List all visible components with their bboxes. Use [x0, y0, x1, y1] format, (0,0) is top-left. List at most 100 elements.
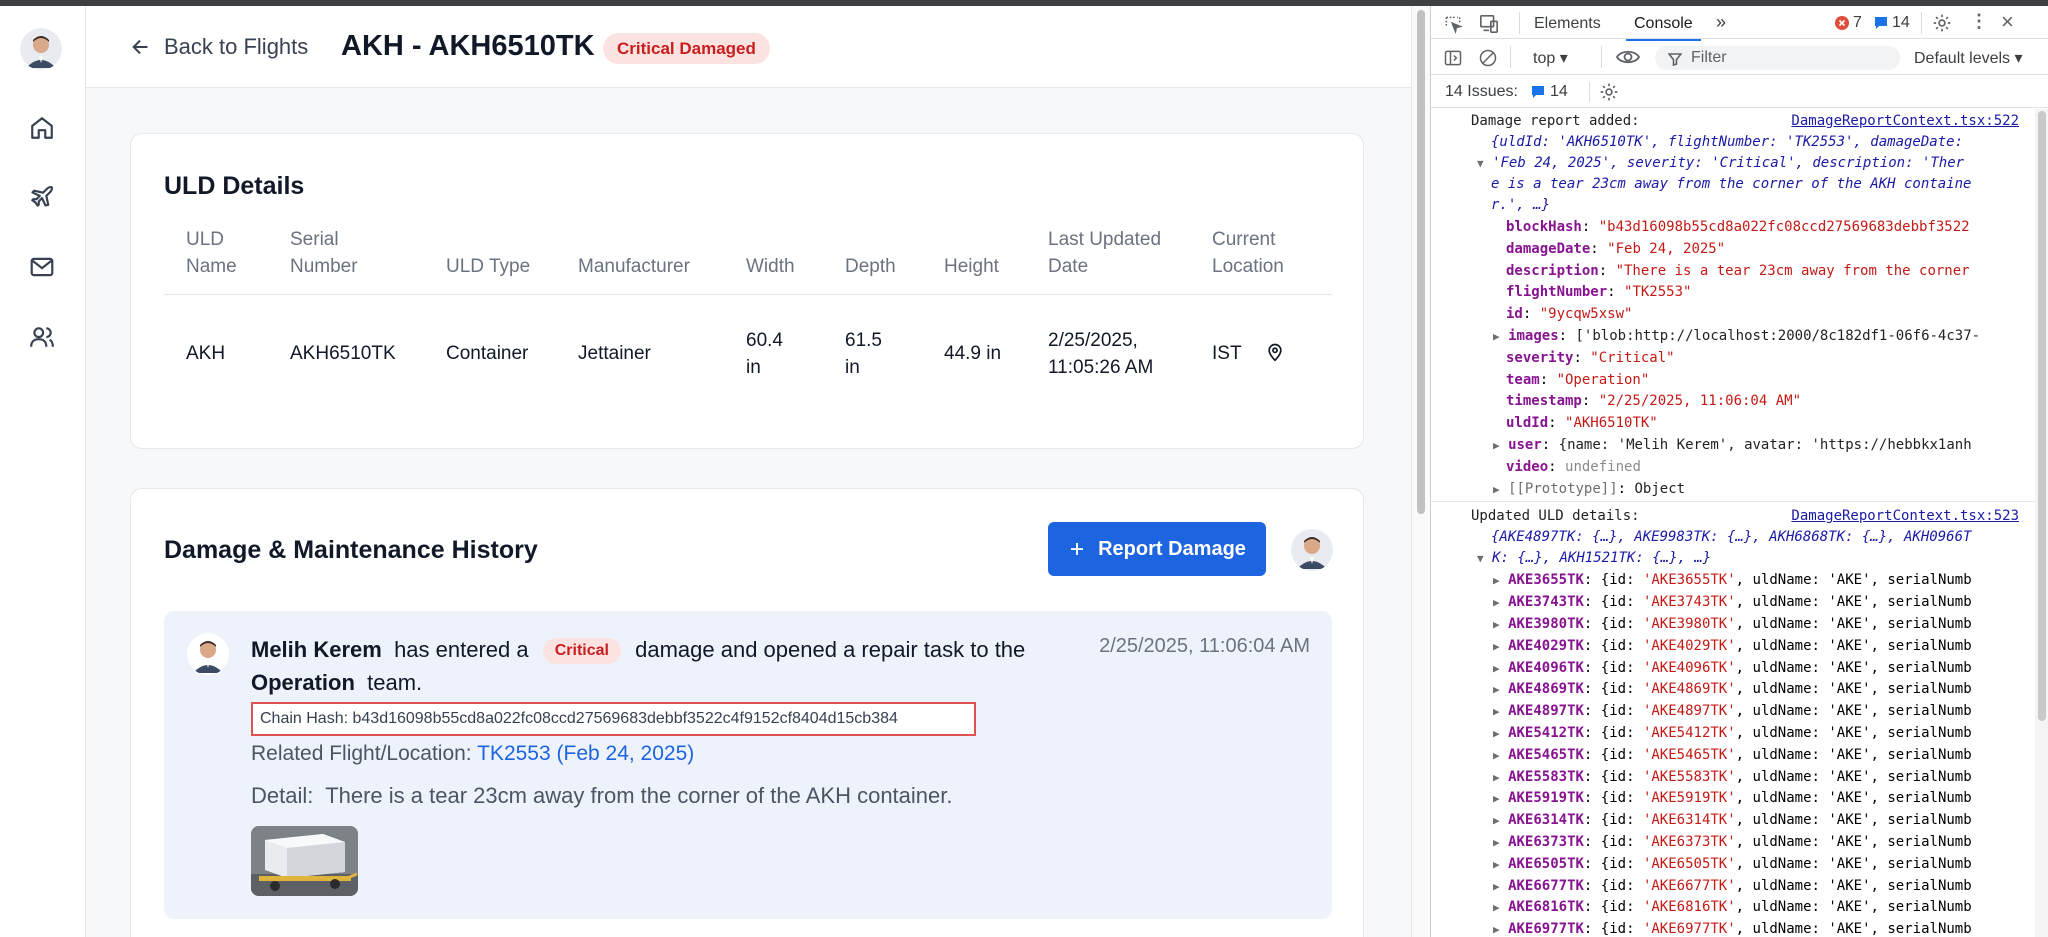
issues-label: 14 Issues: — [1445, 83, 1518, 100]
device-toolbar-icon[interactable] — [1478, 14, 1500, 34]
issues-divider — [1589, 82, 1590, 102]
uld-entry-row[interactable]: ▶ AKE6314TK: {id: 'AKE6314TK', uldName: … — [1493, 809, 1972, 831]
log-summary-line[interactable]: ▼ 'Feb 24, 2025', severity: 'Critical', … — [1477, 152, 1964, 174]
console-scrollbar-thumb[interactable] — [2038, 111, 2046, 721]
message-counter[interactable]: 14 — [1874, 14, 1910, 32]
console-filter-input[interactable]: Filter — [1655, 46, 1900, 70]
object-property[interactable]: ▶ user: {name: 'Melih Kerem', avatar: 'h… — [1493, 434, 1972, 456]
chain-hash: Chain Hash: b43d16098b55cd8a022fc08ccd27… — [251, 702, 976, 736]
col-last-updated: Last Updated Date — [1026, 226, 1190, 295]
uld-table: ULD Name Serial Number ULD Type Manufact… — [164, 226, 1332, 393]
settings-gear-icon[interactable] — [1932, 13, 1952, 33]
uld-entry-row[interactable]: ▶ AKE5919TK: {id: 'AKE5919TK', uldName: … — [1493, 787, 1972, 809]
object-property: video: undefined — [1506, 458, 1641, 475]
location-value: IST — [1212, 343, 1242, 365]
uld-details-title: ULD Details — [164, 172, 305, 200]
more-tabs-icon[interactable]: » — [1716, 12, 1726, 33]
report-damage-button[interactable]: Report Damage — [1048, 522, 1266, 576]
issues-counter[interactable]: 14 — [1531, 83, 1568, 101]
uld-entry-row[interactable]: ▶ AKE4897TK: {id: 'AKE4897TK', uldName: … — [1493, 700, 1972, 722]
back-to-flights-link[interactable]: Back to Flights — [130, 34, 308, 60]
more-options-icon[interactable]: ⋮ — [1970, 11, 1988, 32]
sidebar-toggle-icon[interactable] — [1443, 48, 1463, 68]
uld-entry-row[interactable]: ▶ AKE4096TK: {id: 'AKE4096TK', uldName: … — [1493, 657, 1972, 679]
object-property: timestamp: "2/25/2025, 11:06:04 AM" — [1506, 393, 1802, 410]
uld-entry-row[interactable]: ▶ AKE5583TK: {id: 'AKE5583TK', uldName: … — [1493, 766, 1972, 788]
page-scrollbar[interactable] — [1411, 6, 1430, 937]
back-label: Back to Flights — [164, 34, 309, 59]
map-pin-icon[interactable] — [1265, 342, 1285, 362]
inspect-element-icon[interactable] — [1443, 14, 1463, 34]
related-flight: Related Flight/Location: TK2553 (Feb 24,… — [251, 742, 694, 766]
history-card: Damage & Maintenance History Report Dama… — [130, 488, 1364, 937]
object-property: description: "There is a tear 23cm away … — [1506, 262, 1970, 279]
severity-badge: Critical — [542, 638, 621, 664]
log-summary-line[interactable]: ▼ K: {…}, AKH1521TK: {…}, …} — [1477, 547, 1711, 569]
console-scrollbar[interactable] — [2035, 109, 2048, 937]
clear-console-icon[interactable] — [1478, 48, 1498, 68]
uld-entry-row[interactable]: ▶ AKE4029TK: {id: 'AKE4029TK', uldName: … — [1493, 635, 1972, 657]
uld-entry-row[interactable]: ▶ AKE6816TK: {id: 'AKE6816TK', uldName: … — [1493, 896, 1972, 918]
error-counter[interactable]: 7 — [1835, 14, 1862, 32]
tab-elements[interactable]: Elements — [1534, 15, 1601, 33]
home-icon[interactable] — [27, 113, 57, 143]
uld-entry-row[interactable]: ▶ AKE5465TK: {id: 'AKE5465TK', uldName: … — [1493, 744, 1972, 766]
object-property[interactable]: ▶ images: ['blob:http://localhost:2000/8… — [1493, 325, 1980, 347]
issues-count: 14 — [1550, 83, 1568, 100]
close-devtools-icon[interactable]: × — [2001, 9, 2014, 35]
history-title: Damage & Maintenance History — [164, 536, 538, 564]
log-summary-line: e is a tear 23cm away from the corner of… — [1491, 176, 1972, 192]
status-badge: Critical Damaged — [603, 33, 770, 64]
entry-text-3: team. — [367, 670, 423, 695]
uld-entry-row[interactable]: ▶ AKE6505TK: {id: 'AKE6505TK', uldName: … — [1493, 853, 1972, 875]
error-count: 7 — [1853, 14, 1862, 31]
page-scrollbar-thumb[interactable] — [1417, 10, 1425, 514]
uld-entry-row[interactable]: ▶ AKE3655TK: {id: 'AKE3655TK', uldName: … — [1493, 569, 1972, 591]
log-source-link[interactable]: DamageReportContext.tsx:522 — [1791, 110, 2019, 132]
related-label: Related Flight/Location: — [251, 742, 472, 765]
uld-table-header: ULD Name Serial Number ULD Type Manufact… — [164, 226, 1332, 295]
message-count: 14 — [1892, 14, 1910, 31]
users-icon[interactable] — [27, 322, 57, 352]
entry-team: Operation — [251, 670, 355, 695]
filter-funnel-icon — [1668, 53, 1682, 66]
tab-console[interactable]: Console — [1626, 15, 1701, 41]
object-property[interactable]: ▶ [[Prototype]]: Object — [1493, 478, 1685, 500]
log-levels-dropdown[interactable]: Default levels ▾ — [1914, 48, 2023, 68]
object-property: damageDate: "Feb 24, 2025" — [1506, 240, 1726, 257]
user-avatar[interactable] — [20, 28, 62, 70]
plus-icon — [1071, 543, 1084, 555]
uld-entry-row[interactable]: ▶ AKE3980TK: {id: 'AKE3980TK', uldName: … — [1493, 613, 1972, 635]
detail-label: Detail: — [251, 783, 314, 808]
uld-entry-row[interactable]: ▶ AKE6373TK: {id: 'AKE6373TK', uldName: … — [1493, 831, 1972, 853]
current-user-avatar[interactable] — [1291, 529, 1333, 571]
log-source-link[interactable]: DamageReportContext.tsx:523 — [1791, 505, 2019, 527]
message-icon — [1875, 17, 1887, 29]
object-property: flightNumber: "TK2553" — [1506, 284, 1692, 301]
col-uld-type: ULD Type — [424, 226, 556, 295]
log-summary-line: r.', …} — [1491, 197, 1551, 213]
console-toolbar: top ▾ Filter Default levels ▾ — [1431, 40, 2048, 75]
related-flight-link[interactable]: TK2553 (Feb 24, 2025) — [477, 742, 694, 765]
error-icon — [1835, 16, 1849, 30]
log-summary-line[interactable]: {AKE4897TK: {…}, AKE9983TK: {…}, AKH6868… — [1491, 526, 1971, 548]
object-property: blockHash: "b43d16098b55cd8a022fc08ccd27… — [1506, 219, 1970, 235]
side-rail — [0, 6, 86, 937]
plane-icon[interactable] — [27, 182, 57, 212]
uld-entry-row[interactable]: ▶ AKE6977TK: {id: 'AKE6977TK', uldName: … — [1493, 918, 1972, 937]
context-selector[interactable]: top ▾ — [1533, 48, 1568, 68]
uld-entry-row[interactable]: ▶ AKE5412TK: {id: 'AKE5412TK', uldName: … — [1493, 722, 1972, 744]
log-summary-line[interactable]: {uldId: 'AKH6510TK', flightNumber: 'TK25… — [1491, 131, 1963, 153]
uld-entry-row[interactable]: ▶ AKE6677TK: {id: 'AKE6677TK', uldName: … — [1493, 875, 1972, 897]
damage-photo-thumbnail[interactable] — [251, 826, 358, 896]
uld-entry-row[interactable]: ▶ AKE4869TK: {id: 'AKE4869TK', uldName: … — [1493, 678, 1972, 700]
cell-location: IST — [1190, 295, 1332, 393]
object-property: uldId: "AKH6510TK" — [1506, 415, 1658, 432]
col-height: Height — [922, 226, 1026, 295]
uld-entry-row[interactable]: ▶ AKE3743TK: {id: 'AKE3743TK', uldName: … — [1493, 591, 1972, 613]
console-output: Damage report added: DamageReportContext.… — [1431, 109, 2035, 937]
live-expression-eye-icon[interactable] — [1616, 47, 1640, 67]
mail-icon[interactable] — [27, 252, 57, 282]
col-serial-number: Serial Number — [268, 226, 424, 295]
console-settings-gear-icon[interactable] — [1599, 82, 1619, 102]
